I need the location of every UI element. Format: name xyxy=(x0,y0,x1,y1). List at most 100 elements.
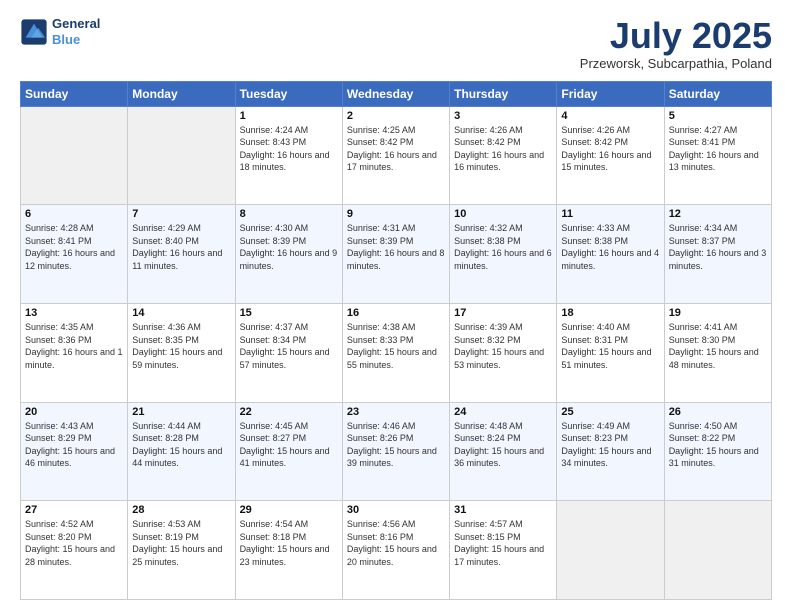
page: General Blue July 2025 Przeworsk, Subcar… xyxy=(0,0,792,612)
day-number: 17 xyxy=(454,307,552,319)
day-number: 25 xyxy=(561,406,659,418)
calendar-cell: 10Sunrise: 4:32 AM Sunset: 8:38 PM Dayli… xyxy=(450,205,557,304)
cell-info: Sunrise: 4:26 AM Sunset: 8:42 PM Dayligh… xyxy=(454,124,552,174)
day-number: 31 xyxy=(454,504,552,516)
header-tuesday: Tuesday xyxy=(235,81,342,106)
cell-info: Sunrise: 4:24 AM Sunset: 8:43 PM Dayligh… xyxy=(240,124,338,174)
cell-info: Sunrise: 4:39 AM Sunset: 8:32 PM Dayligh… xyxy=(454,321,552,371)
calendar-cell: 12Sunrise: 4:34 AM Sunset: 8:37 PM Dayli… xyxy=(664,205,771,304)
day-number: 26 xyxy=(669,406,767,418)
logo-icon xyxy=(20,18,48,46)
day-number: 19 xyxy=(669,307,767,319)
calendar-cell: 31 Sunrise: 4:57 AM Sunset: 8:15 PM Dayli… xyxy=(450,501,557,600)
calendar-cell xyxy=(21,106,128,205)
calendar-cell: 24 Sunrise: 4:48 AM Sunset: 8:24 PM Dayli… xyxy=(450,402,557,501)
calendar-cell: 21Sunrise: 4:44 AM Sunset: 8:28 PM Dayli… xyxy=(128,402,235,501)
cell-info: Sunrise: 4:45 AM Sunset: 8:27 PM Dayligh… xyxy=(240,420,338,470)
day-number: 5 xyxy=(669,110,767,122)
header-row: SundayMondayTuesdayWednesdayThursdayFrid… xyxy=(21,81,772,106)
cell-info: Sunrise: 4:26 AM Sunset: 8:42 PM Dayligh… xyxy=(561,124,659,174)
cell-info: Sunrise: 4:53 AM Sunset: 8:19 PM Dayligh… xyxy=(132,518,230,568)
calendar-cell: 2 Sunrise: 4:25 AM Sunset: 8:42 PM Daylig… xyxy=(342,106,449,205)
day-number: 30 xyxy=(347,504,445,516)
header-sunday: Sunday xyxy=(21,81,128,106)
month-title: July 2025 xyxy=(580,16,772,56)
day-number: 6 xyxy=(25,208,123,220)
cell-info: Sunrise: 4:35 AM Sunset: 8:36 PM Dayligh… xyxy=(25,321,123,371)
header: General Blue July 2025 Przeworsk, Subcar… xyxy=(20,16,772,71)
week-row-1: 1 Sunrise: 4:24 AM Sunset: 8:43 PM Daylig… xyxy=(21,106,772,205)
calendar-header: SundayMondayTuesdayWednesdayThursdayFrid… xyxy=(21,81,772,106)
calendar-cell: 29Sunrise: 4:54 AM Sunset: 8:18 PM Dayli… xyxy=(235,501,342,600)
calendar-cell: 27 Sunrise: 4:52 AM Sunset: 8:20 PM Dayli… xyxy=(21,501,128,600)
cell-info: Sunrise: 4:50 AM Sunset: 8:22 PM Dayligh… xyxy=(669,420,767,470)
day-number: 13 xyxy=(25,307,123,319)
calendar-cell xyxy=(664,501,771,600)
week-row-5: 27 Sunrise: 4:52 AM Sunset: 8:20 PM Dayli… xyxy=(21,501,772,600)
day-number: 2 xyxy=(347,110,445,122)
header-thursday: Thursday xyxy=(450,81,557,106)
day-number: 22 xyxy=(240,406,338,418)
calendar-cell: 5 Sunrise: 4:27 AM Sunset: 8:41 PM Daylig… xyxy=(664,106,771,205)
calendar-cell: 8 Sunrise: 4:30 AM Sunset: 8:39 PM Daylig… xyxy=(235,205,342,304)
day-number: 10 xyxy=(454,208,552,220)
calendar-cell: 15 Sunrise: 4:37 AM Sunset: 8:34 PM Dayli… xyxy=(235,303,342,402)
day-number: 24 xyxy=(454,406,552,418)
cell-info: Sunrise: 4:49 AM Sunset: 8:23 PM Dayligh… xyxy=(561,420,659,470)
logo-text: General Blue xyxy=(52,16,100,47)
week-row-3: 13 Sunrise: 4:35 AM Sunset: 8:36 PM Dayli… xyxy=(21,303,772,402)
header-saturday: Saturday xyxy=(664,81,771,106)
calendar-cell: 7 Sunrise: 4:29 AM Sunset: 8:40 PM Daylig… xyxy=(128,205,235,304)
calendar-cell: 1 Sunrise: 4:24 AM Sunset: 8:43 PM Daylig… xyxy=(235,106,342,205)
calendar-cell: 9Sunrise: 4:31 AM Sunset: 8:39 PM Daylig… xyxy=(342,205,449,304)
logo-line2: Blue xyxy=(52,32,100,48)
day-number: 12 xyxy=(669,208,767,220)
calendar-cell: 11Sunrise: 4:33 AM Sunset: 8:38 PM Dayli… xyxy=(557,205,664,304)
cell-info: Sunrise: 4:46 AM Sunset: 8:26 PM Dayligh… xyxy=(347,420,445,470)
day-number: 1 xyxy=(240,110,338,122)
cell-info: Sunrise: 4:48 AM Sunset: 8:24 PM Dayligh… xyxy=(454,420,552,470)
cell-info: Sunrise: 4:41 AM Sunset: 8:30 PM Dayligh… xyxy=(669,321,767,371)
title-block: July 2025 Przeworsk, Subcarpathia, Polan… xyxy=(580,16,772,71)
day-number: 27 xyxy=(25,504,123,516)
day-number: 28 xyxy=(132,504,230,516)
calendar-table: SundayMondayTuesdayWednesdayThursdayFrid… xyxy=(20,81,772,600)
calendar-cell: 4 Sunrise: 4:26 AM Sunset: 8:42 PM Daylig… xyxy=(557,106,664,205)
calendar-cell xyxy=(557,501,664,600)
week-row-4: 20 Sunrise: 4:43 AM Sunset: 8:29 PM Dayli… xyxy=(21,402,772,501)
calendar-cell: 20 Sunrise: 4:43 AM Sunset: 8:29 PM Dayli… xyxy=(21,402,128,501)
calendar-cell: 19 Sunrise: 4:41 AM Sunset: 8:30 PM Dayli… xyxy=(664,303,771,402)
day-number: 7 xyxy=(132,208,230,220)
calendar-cell: 30Sunrise: 4:56 AM Sunset: 8:16 PM Dayli… xyxy=(342,501,449,600)
calendar-cell: 6Sunrise: 4:28 AM Sunset: 8:41 PM Daylig… xyxy=(21,205,128,304)
header-wednesday: Wednesday xyxy=(342,81,449,106)
day-number: 16 xyxy=(347,307,445,319)
calendar-cell: 18Sunrise: 4:40 AM Sunset: 8:31 PM Dayli… xyxy=(557,303,664,402)
calendar-cell: 22 Sunrise: 4:45 AM Sunset: 8:27 PM Dayli… xyxy=(235,402,342,501)
calendar-cell: 23Sunrise: 4:46 AM Sunset: 8:26 PM Dayli… xyxy=(342,402,449,501)
cell-info: Sunrise: 4:25 AM Sunset: 8:42 PM Dayligh… xyxy=(347,124,445,174)
cell-info: Sunrise: 4:30 AM Sunset: 8:39 PM Dayligh… xyxy=(240,222,338,272)
day-number: 11 xyxy=(561,208,659,220)
day-number: 20 xyxy=(25,406,123,418)
calendar-cell: 14Sunrise: 4:36 AM Sunset: 8:35 PM Dayli… xyxy=(128,303,235,402)
header-monday: Monday xyxy=(128,81,235,106)
day-number: 29 xyxy=(240,504,338,516)
cell-info: Sunrise: 4:57 AM Sunset: 8:15 PM Dayligh… xyxy=(454,518,552,568)
calendar-cell: 25 Sunrise: 4:49 AM Sunset: 8:23 PM Dayli… xyxy=(557,402,664,501)
day-number: 15 xyxy=(240,307,338,319)
cell-info: Sunrise: 4:44 AM Sunset: 8:28 PM Dayligh… xyxy=(132,420,230,470)
day-number: 8 xyxy=(240,208,338,220)
cell-info: Sunrise: 4:29 AM Sunset: 8:40 PM Dayligh… xyxy=(132,222,230,272)
calendar-cell: 13 Sunrise: 4:35 AM Sunset: 8:36 PM Dayli… xyxy=(21,303,128,402)
day-number: 4 xyxy=(561,110,659,122)
cell-info: Sunrise: 4:27 AM Sunset: 8:41 PM Dayligh… xyxy=(669,124,767,174)
cell-info: Sunrise: 4:38 AM Sunset: 8:33 PM Dayligh… xyxy=(347,321,445,371)
calendar-cell: 3Sunrise: 4:26 AM Sunset: 8:42 PM Daylig… xyxy=(450,106,557,205)
cell-info: Sunrise: 4:36 AM Sunset: 8:35 PM Dayligh… xyxy=(132,321,230,371)
week-row-2: 6Sunrise: 4:28 AM Sunset: 8:41 PM Daylig… xyxy=(21,205,772,304)
cell-info: Sunrise: 4:52 AM Sunset: 8:20 PM Dayligh… xyxy=(25,518,123,568)
cell-info: Sunrise: 4:43 AM Sunset: 8:29 PM Dayligh… xyxy=(25,420,123,470)
calendar-body: 1 Sunrise: 4:24 AM Sunset: 8:43 PM Daylig… xyxy=(21,106,772,599)
cell-info: Sunrise: 4:37 AM Sunset: 8:34 PM Dayligh… xyxy=(240,321,338,371)
